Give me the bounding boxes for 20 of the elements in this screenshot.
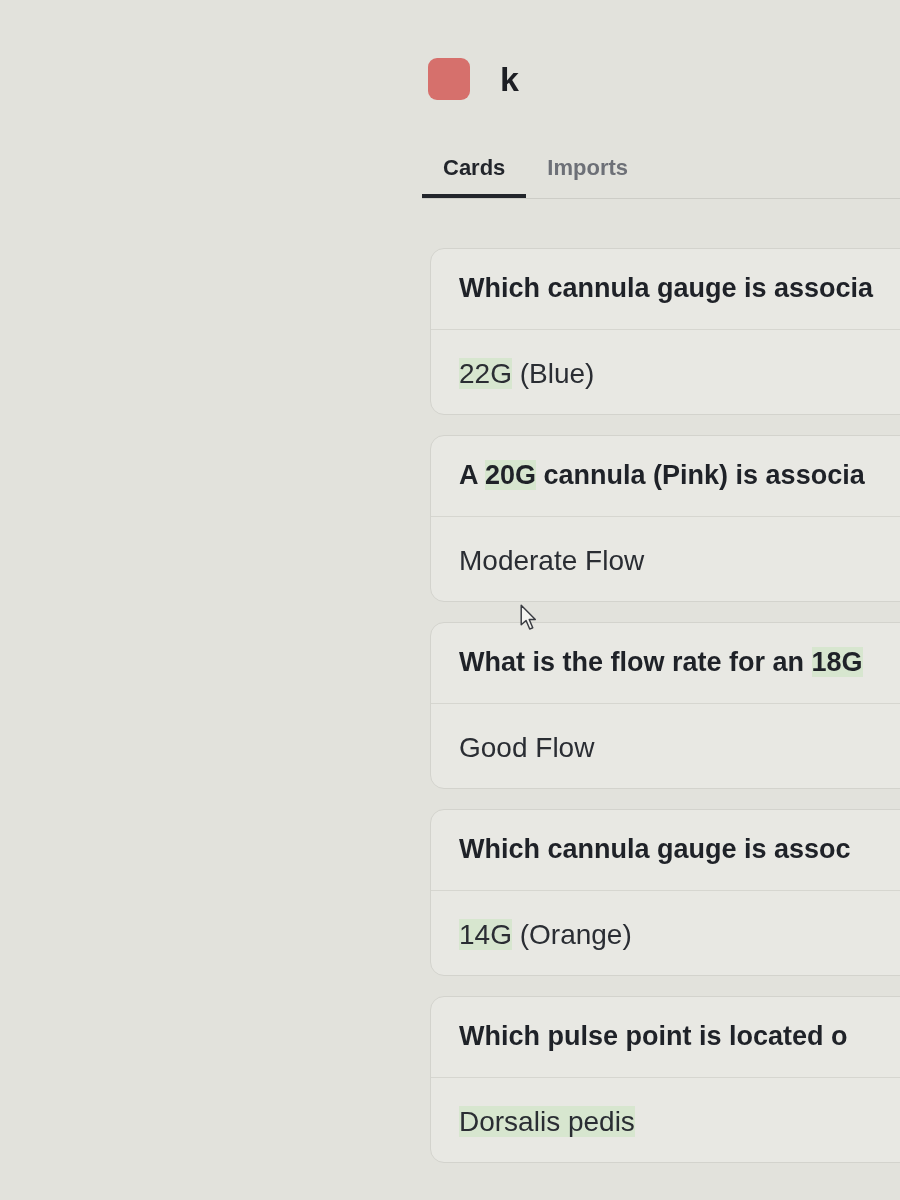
card-question: Which cannula gauge is assoc <box>459 833 851 866</box>
tab[interactable]: Imports <box>526 154 650 198</box>
card-answer: Good Flow <box>459 731 595 765</box>
card-question: Which cannula gauge is associa <box>459 272 874 305</box>
flashcard[interactable]: What is the flow rate for an 18G Good Flow <box>430 622 900 789</box>
card-answer: Dorsalis pedis <box>459 1105 635 1139</box>
card-answer: 14G (Orange) <box>459 918 632 952</box>
card-answer: 22G (Blue) <box>459 357 595 391</box>
card-question: Which pulse point is located o <box>459 1020 848 1053</box>
flashcard[interactable]: Which pulse point is located o Dorsalis pedis <box>430 996 900 1163</box>
card-question: A 20G cannula (Pink) is associa <box>459 459 865 492</box>
flashcard[interactable]: Which cannula gauge is assoc 14G (Orange) <box>430 809 900 976</box>
mouse-pointer-icon <box>520 604 537 631</box>
card-question: What is the flow rate for an 18G <box>459 646 863 679</box>
card-answer: Moderate Flow <box>459 544 645 578</box>
deck-title: k <box>500 59 519 99</box>
deck-color-icon <box>428 58 470 100</box>
flashcard[interactable]: A 20G cannula (Pink) is associa Moderate Flow <box>430 435 900 602</box>
flashcard[interactable]: Which cannula gauge is associa 22G (Blue) <box>430 248 900 415</box>
tab[interactable]: Cards <box>422 154 527 198</box>
